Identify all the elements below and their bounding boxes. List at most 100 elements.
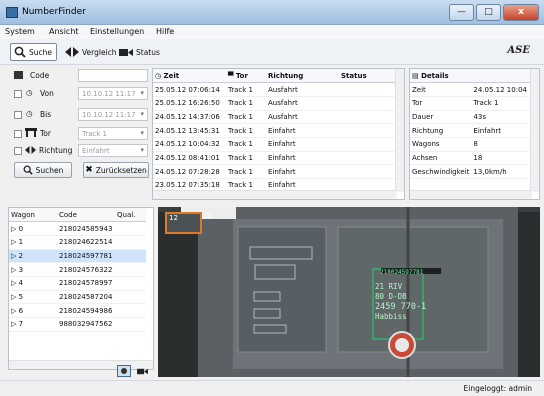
column-header-zeit[interactable]: ◷ Zeit — [153, 69, 226, 84]
cell-status — [339, 137, 397, 152]
video-camera-icon — [137, 368, 148, 375]
detail-row: Geschwindigkeit 13,0km/h — [410, 164, 532, 179]
column-header-richtung[interactable]: Richtung — [266, 69, 339, 84]
table-row[interactable]: 24.05.12 13:45:31 Track 1 Einfahrt — [153, 123, 397, 138]
wagon-plate-text: 21 RIV 80 D-DB 2459 770-1 Habbiss — [375, 282, 427, 321]
von-date-field[interactable]: 10.10.12 11:17 — [78, 87, 148, 100]
table-row[interactable]: 25.05.12 16:26:50 Track 1 Ausfahrt — [153, 96, 397, 111]
camera-icon — [121, 368, 127, 374]
menu-einstellungen[interactable]: Einstellungen — [90, 27, 144, 36]
search-tab-button[interactable]: Suche — [10, 43, 57, 61]
detail-row: Wagons 8 — [410, 137, 532, 152]
von-checkbox[interactable] — [14, 90, 22, 98]
clock-icon: ◷ — [26, 88, 33, 97]
cell-tor: Track 1 — [226, 96, 266, 111]
cell-zeit: 24.05.12 14:37:06 — [153, 110, 226, 125]
menu-ansicht[interactable]: Ansicht — [49, 27, 79, 36]
cell-tor: Track 1 — [226, 164, 266, 179]
detail-row: Zeit 24.05.12 10:04 — [410, 82, 532, 97]
app-window: NumberFinder — □ x System Ansicht Einste… — [0, 0, 544, 396]
cell-status — [339, 164, 397, 179]
toolbar: Suche Vergleich Status ASE — [0, 39, 544, 65]
app-icon — [6, 7, 18, 18]
wagon-photo — [158, 207, 540, 377]
table-row[interactable]: 25.05.12 07:06:14 Track 1 Ausfahrt — [153, 82, 397, 97]
cell-richtung: Ausfahrt — [266, 110, 339, 125]
gate-icon: ▀ — [228, 71, 236, 80]
image-viewer: 218024597781 21 RIV 80 D-DB 2459 770-1 H… — [158, 207, 540, 377]
minimize-button[interactable]: — — [449, 4, 474, 21]
maximize-button[interactable]: □ — [476, 4, 501, 21]
clock-icon: ◷ — [26, 109, 33, 118]
tor-select[interactable]: Track 1 — [78, 127, 148, 140]
list-item[interactable]: ▷ 7 988032947562 — [9, 317, 146, 332]
cell-tor: Track 1 — [226, 82, 266, 97]
ocr-code-label: 218024597781 — [380, 269, 424, 276]
cell-tor: Track 1 — [226, 123, 266, 138]
camera-image-button[interactable] — [117, 365, 131, 377]
wagon-horizontal-scrollbar[interactable] — [9, 360, 153, 369]
table-row[interactable]: 24.05.12 10:04:32 Track 1 Einfahrt — [153, 137, 397, 152]
table-row[interactable]: 24.05.12 14:37:06 Track 1 Ausfahrt — [153, 110, 397, 125]
video-camera-icon — [119, 48, 133, 57]
table-row[interactable]: 24.05.12 08:41:01 Track 1 Einfahrt — [153, 151, 397, 166]
cell-richtung: Ausfahrt — [266, 82, 339, 97]
cell-richtung: Ausfahrt — [266, 96, 339, 111]
detail-row: Dauer 43s — [410, 110, 532, 125]
search-icon — [23, 165, 33, 175]
list-item[interactable]: ▷ 0 218024585943 — [9, 221, 146, 236]
results-vertical-scrollbar[interactable] — [395, 69, 404, 192]
cell-status — [339, 151, 397, 166]
list-item[interactable]: ▷ 3 218024576322 — [9, 262, 146, 277]
cell-richtung: Einfahrt — [266, 123, 339, 138]
login-status: Eingeloggt: admin — [463, 384, 533, 393]
tor-checkbox[interactable] — [14, 130, 22, 138]
cell-tor: Track 1 — [226, 110, 266, 125]
video-view-button[interactable] — [137, 368, 148, 375]
column-header-wagon[interactable]: Wagon — [9, 208, 57, 223]
list-item[interactable]: ▷ 1 218024622514 — [9, 235, 146, 250]
code-input[interactable] — [78, 69, 148, 82]
detail-row: Tor Track 1 — [410, 96, 532, 111]
bis-label: Bis — [40, 110, 52, 119]
cell-tor: Track 1 — [226, 137, 266, 152]
column-header-tor[interactable]: ▀ Tor — [226, 69, 266, 84]
column-header-code[interactable]: Code — [57, 208, 115, 223]
reset-button[interactable]: ✖ Zurücksetzen — [83, 162, 149, 178]
column-header-status[interactable]: Status — [339, 69, 397, 84]
window-title: NumberFinder — [22, 7, 86, 17]
menu-system[interactable]: System — [5, 27, 35, 36]
thumbnail-current[interactable]: 12 — [165, 212, 202, 234]
compare-arrows-icon — [65, 47, 79, 57]
menu-hilfe[interactable]: Hilfe — [156, 27, 174, 36]
cell-richtung: Einfahrt — [266, 137, 339, 152]
cell-zeit: 24.05.12 13:45:31 — [153, 123, 226, 138]
table-row[interactable]: 24.05.12 07:28:28 Track 1 Einfahrt — [153, 164, 397, 179]
richtung-select[interactable]: Einfahrt — [78, 144, 148, 157]
direction-arrows-icon — [25, 146, 36, 154]
details-horizontal-scrollbar[interactable] — [410, 190, 532, 199]
suchen-button[interactable]: Suchen — [14, 162, 72, 178]
results-table: ◷ Zeit ▀ Tor Richtung Status 25.05.12 07… — [152, 68, 405, 200]
column-header-qual[interactable]: Qual. — [115, 208, 146, 223]
bis-date-field[interactable]: 10.10.12 11:17 — [78, 108, 148, 121]
compare-tab-button[interactable]: Vergleich — [62, 43, 120, 61]
list-item[interactable]: ▷ 4 218024578997 — [9, 276, 146, 291]
results-horizontal-scrollbar[interactable] — [153, 190, 397, 199]
cell-zeit: 25.05.12 07:06:14 — [153, 82, 226, 97]
cell-richtung: Einfahrt — [266, 151, 339, 166]
clock-icon: ◷ — [155, 71, 164, 80]
list-item[interactable]: ▷ 6 218024594986 — [9, 303, 146, 318]
status-tab-button[interactable]: Status — [116, 43, 163, 61]
list-item[interactable]: ▷ 5 218024587204 — [9, 290, 146, 305]
details-vertical-scrollbar[interactable] — [530, 69, 539, 192]
bis-checkbox[interactable] — [14, 111, 22, 119]
cell-status — [339, 96, 397, 111]
list-item[interactable]: ▷ 2 218024597781 — [9, 249, 146, 264]
search-icon — [14, 46, 26, 58]
richtung-checkbox[interactable] — [14, 147, 22, 155]
close-button[interactable]: x — [503, 4, 539, 21]
details-panel: ▤ Details Zeit 24.05.12 10:04 Tor Track 1 … — [409, 68, 540, 200]
tor-label: Tor — [40, 129, 51, 138]
title-bar: NumberFinder — □ x — [0, 0, 544, 25]
